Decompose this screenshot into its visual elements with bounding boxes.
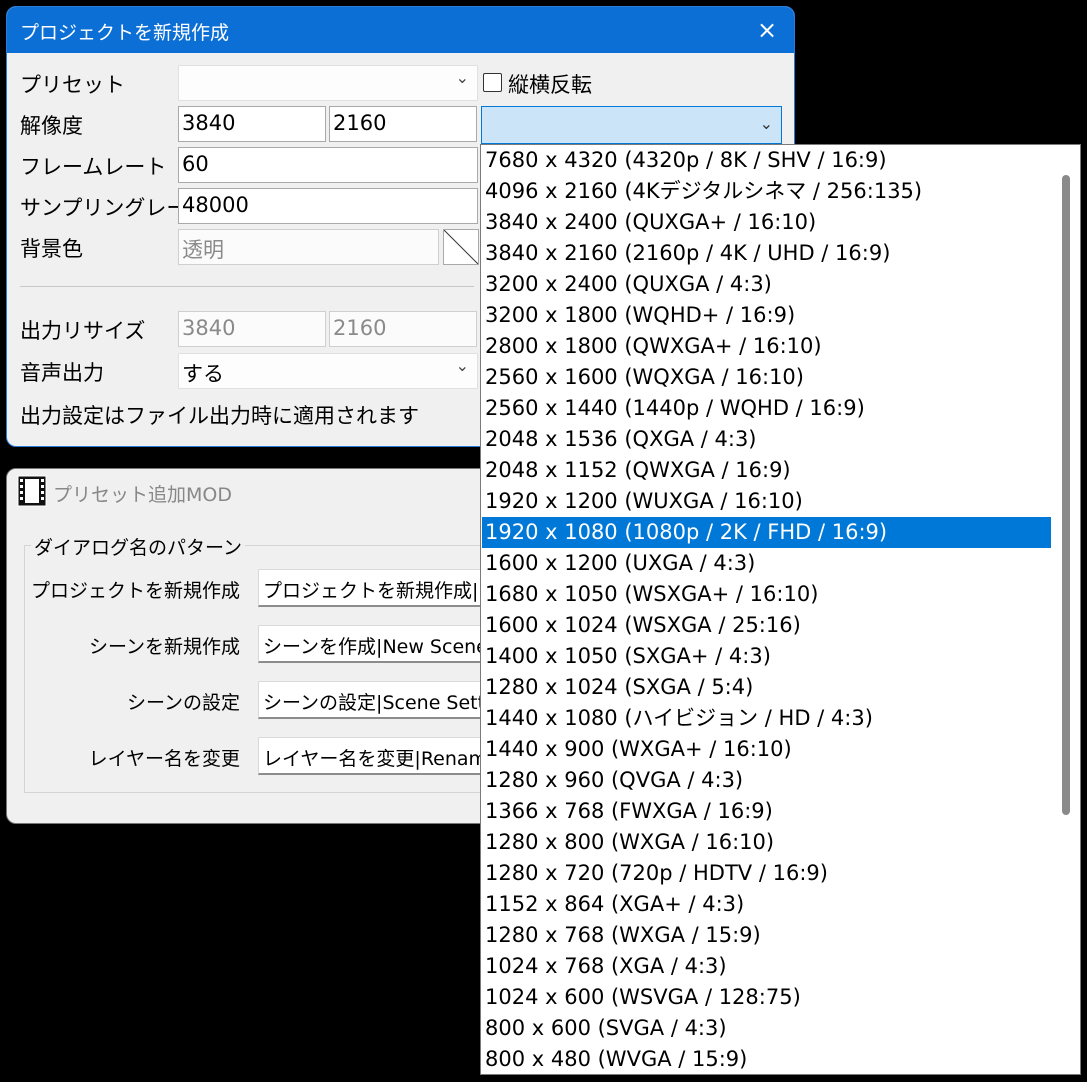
- output-note: 出力設定はファイル出力時に適用されます: [20, 404, 419, 428]
- bgcolor-label: 背景色: [20, 237, 83, 261]
- chevron-down-icon: ⌄: [455, 68, 469, 87]
- dropdown-item[interactable]: 800 x 480 (WVGA / 15:9): [482, 1044, 1051, 1074]
- groupbox-label: ダイアログ名のパターン: [31, 533, 246, 560]
- dropdown-item[interactable]: 2048 x 1536 (QXGA / 4:3): [482, 424, 1051, 455]
- dropdown-item[interactable]: 1440 x 900 (WXGA+ / 16:10): [482, 734, 1051, 765]
- dropdown-item[interactable]: 1440 x 1080 (ハイビジョン / HD / 4:3): [482, 703, 1051, 734]
- dropdown-item[interactable]: 1280 x 800 (WXGA / 16:10): [482, 827, 1051, 858]
- dropdown-item[interactable]: 1152 x 864 (XGA+ / 4:3): [482, 889, 1051, 920]
- preset-select[interactable]: ⌄: [178, 65, 478, 101]
- row-label-rename-layer: レイヤー名を変更: [88, 748, 240, 770]
- dropdown-item[interactable]: 2800 x 1800 (QWXGA+ / 16:10): [482, 331, 1051, 362]
- resolution-dropdown-list[interactable]: 7680 x 4320 (4320p / 8K / SHV / 16:9) 409…: [480, 144, 1081, 1075]
- audio-output-label: 音声出力: [20, 361, 104, 385]
- flip-checkbox[interactable]: [483, 73, 502, 92]
- row-label-new-project: プロジェクトを新規作成: [30, 580, 240, 602]
- dropdown-item[interactable]: 1280 x 768 (WXGA / 15:9): [482, 920, 1051, 951]
- audio-output-select[interactable]: する ⌄: [178, 353, 478, 389]
- row-label-scene-settings: シーンの設定: [126, 692, 240, 714]
- framerate-field[interactable]: 60: [178, 147, 478, 183]
- row-label-new-scene: シーンを新規作成: [88, 636, 240, 658]
- dropdown-item[interactable]: 1024 x 600 (WSVGA / 128:75): [482, 982, 1051, 1013]
- dropdown-item[interactable]: 1280 x 1024 (SXGA / 5:4): [482, 672, 1051, 703]
- audio-output-value: する: [182, 362, 224, 386]
- preset-label: プリセット: [20, 73, 125, 97]
- color-picker-button[interactable]: [443, 229, 479, 265]
- resolution-height-field[interactable]: 2160: [329, 106, 477, 142]
- dropdown-item[interactable]: 1280 x 720 (720p / HDTV / 16:9): [482, 858, 1051, 889]
- dropdown-item[interactable]: 1600 x 1024 (WSXGA / 25:16): [482, 610, 1051, 641]
- dropdown-item[interactable]: 2560 x 1600 (WQXGA / 16:10): [482, 362, 1051, 393]
- dropdown-item[interactable]: 1024 x 768 (XGA / 4:3): [482, 951, 1051, 982]
- dropdown-item[interactable]: 1920 x 1200 (WUXGA / 16:10): [482, 486, 1051, 517]
- title-bar: プロジェクトを新規作成 ×: [7, 7, 794, 53]
- resolution-width-field[interactable]: 3840: [178, 106, 326, 142]
- resolution-preset-select[interactable]: ⌄: [481, 106, 782, 144]
- dialog-title: プリセット追加MOD: [53, 484, 232, 506]
- scrollbar-thumb[interactable]: [1062, 175, 1070, 815]
- resolution-label: 解像度: [20, 114, 83, 138]
- dropdown-item[interactable]: 800 x 600 (SVGA / 4:3): [482, 1013, 1051, 1044]
- framerate-label: フレームレート: [20, 155, 167, 179]
- transparent-swatch-icon: [444, 230, 478, 264]
- dropdown-item[interactable]: 3200 x 1800 (WQHD+ / 16:9): [482, 300, 1051, 331]
- flip-checkbox-label: 縦横反転: [508, 73, 592, 97]
- dropdown-item[interactable]: 1920 x 1080 (1080p / 2K / FHD / 16:9): [482, 517, 1051, 548]
- close-icon[interactable]: ×: [750, 13, 784, 47]
- dropdown-item[interactable]: 1366 x 768 (FWXGA / 16:9): [482, 796, 1051, 827]
- film-icon: [17, 475, 47, 507]
- output-width-field[interactable]: 3840: [178, 311, 326, 347]
- dialog-title: プロジェクトを新規作成: [20, 22, 230, 44]
- dropdown-item[interactable]: 1600 x 1200 (UXGA / 4:3): [482, 548, 1051, 579]
- dropdown-item[interactable]: 3200 x 2400 (QUXGA / 4:3): [482, 269, 1051, 300]
- dropdown-item[interactable]: 3840 x 2160 (2160p / 4K / UHD / 16:9): [482, 238, 1051, 269]
- dropdown-item[interactable]: 1680 x 1050 (WSXGA+ / 16:10): [482, 579, 1051, 610]
- dropdown-item[interactable]: 2560 x 1440 (1440p / WQHD / 16:9): [482, 393, 1051, 424]
- chevron-down-icon: ⌄: [759, 114, 773, 133]
- samplerate-field[interactable]: 48000: [178, 188, 478, 224]
- dropdown-item[interactable]: 1400 x 1050 (SXGA+ / 4:3): [482, 641, 1051, 672]
- dropdown-item[interactable]: 3840 x 2400 (QUXGA+ / 16:10): [482, 207, 1051, 238]
- dropdown-item[interactable]: 4096 x 2160 (4Kデジタルシネマ / 256:135): [482, 176, 1051, 207]
- output-height-field[interactable]: 2160: [329, 311, 477, 347]
- dropdown-item[interactable]: 2048 x 1152 (QWXGA / 16:9): [482, 455, 1051, 486]
- dropdown-item[interactable]: 1280 x 960 (QVGA / 4:3): [482, 765, 1051, 796]
- bgcolor-field[interactable]: 透明: [178, 229, 439, 265]
- output-resize-label: 出力リサイズ: [20, 319, 146, 343]
- chevron-down-icon: ⌄: [455, 356, 469, 375]
- divider: [20, 286, 474, 287]
- dropdown-item[interactable]: 7680 x 4320 (4320p / 8K / SHV / 16:9): [482, 145, 1051, 176]
